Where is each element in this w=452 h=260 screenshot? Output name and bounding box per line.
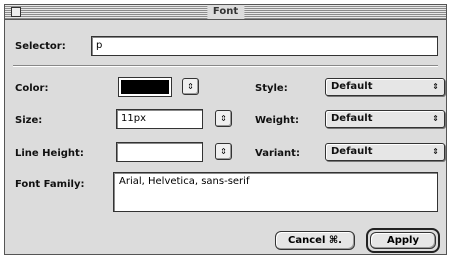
font-family-textarea[interactable]: Arial, Helvetica, sans-serif <box>113 172 438 212</box>
popup-arrows-icon: ⇕ <box>432 114 439 123</box>
selector-input[interactable]: p <box>91 36 438 56</box>
weight-popup[interactable]: Default ⇕ <box>325 110 445 128</box>
line-height-input[interactable] <box>116 142 203 162</box>
style-label: Style: <box>255 83 288 94</box>
style-popup[interactable]: Default ⇕ <box>325 78 445 96</box>
variant-popup[interactable]: Default ⇕ <box>325 143 445 161</box>
color-swatch[interactable] <box>118 77 172 97</box>
weight-label: Weight: <box>255 115 299 126</box>
line-height-label: Line Height: <box>15 148 84 159</box>
size-label: Size: <box>15 115 43 126</box>
color-stepper[interactable]: ⇕ <box>182 78 199 95</box>
weight-value: Default <box>331 113 373 124</box>
close-box[interactable] <box>11 7 21 17</box>
size-stepper[interactable]: ⇕ <box>215 110 232 127</box>
popup-arrows-icon: ⇕ <box>432 82 439 91</box>
font-family-label: Font Family: <box>15 179 85 190</box>
line-height-stepper[interactable]: ⇕ <box>215 143 232 160</box>
variant-label: Variant: <box>255 148 300 159</box>
style-value: Default <box>331 81 373 92</box>
popup-arrows-icon: ⇕ <box>432 147 439 156</box>
window-title: Font <box>206 5 245 19</box>
selector-label: Selector: <box>15 41 66 52</box>
variant-value: Default <box>331 146 373 157</box>
color-label: Color: <box>15 83 49 94</box>
title-bar[interactable]: Font <box>5 5 446 20</box>
size-input[interactable]: 11px <box>116 109 203 129</box>
separator <box>13 65 438 67</box>
apply-button[interactable]: Apply <box>370 232 436 249</box>
font-dialog: Font Selector: p Color: ⇕ Style: Default… <box>4 4 447 255</box>
cancel-button[interactable]: Cancel ⌘. <box>275 231 355 250</box>
